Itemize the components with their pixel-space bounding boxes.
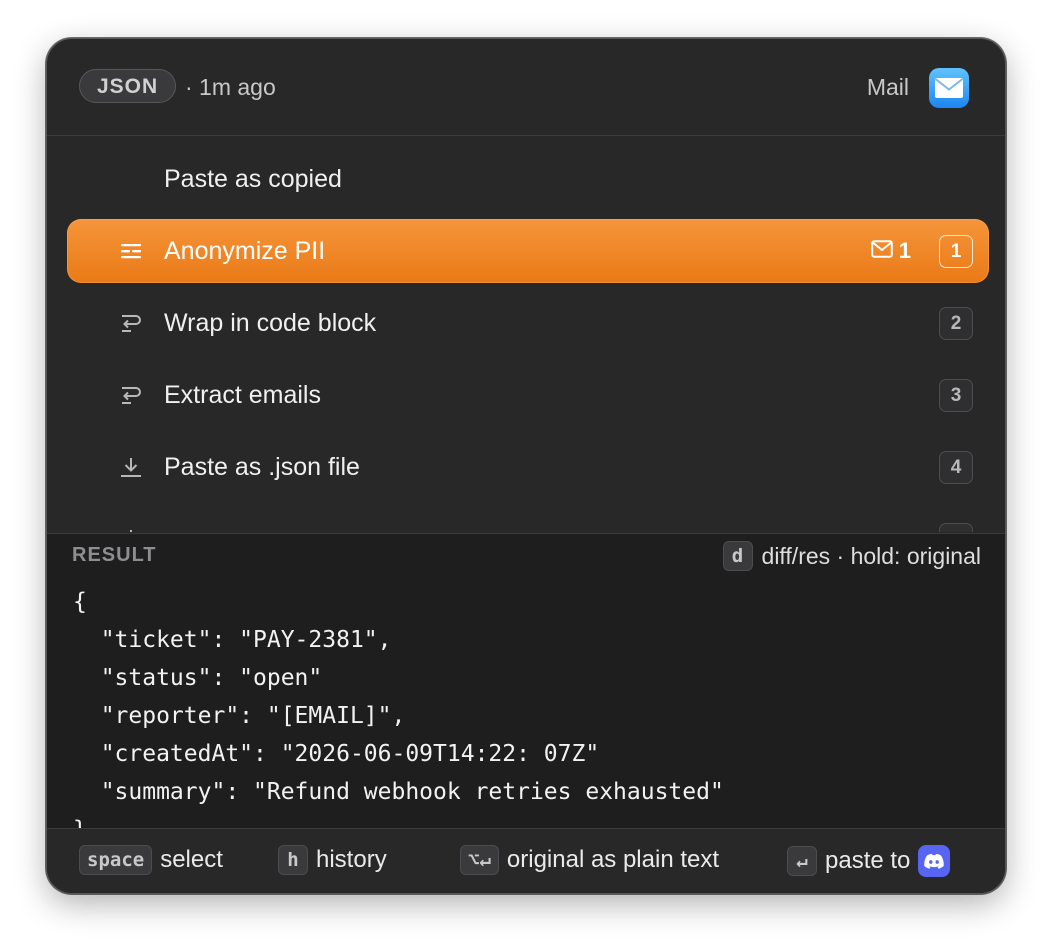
action-list: Paste as copied Anonymize PII 1 1 Wrap i… — [47, 136, 1005, 532]
code-line: { — [73, 589, 87, 615]
shortcut-badge: 3 — [939, 379, 973, 412]
action-label: Anonymize PII — [164, 237, 326, 265]
diff-hint-label: diff/res · hold: original — [761, 542, 981, 569]
return-key: ↵ — [787, 846, 817, 876]
action-paste-as-copied[interactable]: Paste as copied — [67, 147, 989, 211]
action-paste-as-json-file[interactable]: Paste as .json file 4 — [67, 435, 989, 499]
panel-header: JSON · 1m ago Mail — [47, 39, 1005, 136]
envelope-icon — [870, 238, 893, 264]
source-app-name: Mail — [866, 74, 909, 100]
hint-select[interactable]: space select — [79, 845, 223, 875]
action-anonymize-pii[interactable]: Anonymize PII 1 1 — [67, 219, 989, 283]
space-key: space — [79, 845, 153, 875]
hint-history[interactable]: h history — [278, 845, 387, 875]
hint-paste-to[interactable]: ↵ paste to — [787, 845, 951, 877]
diff-key: d — [722, 541, 753, 571]
action-label: Extract emails — [164, 381, 321, 409]
h-key: h — [278, 845, 308, 875]
copied-time: · 1m ago — [185, 74, 276, 100]
shortcut-badge: 2 — [939, 307, 973, 340]
hint-original-plain-text[interactable]: ⌥↵ original as plain text — [460, 845, 719, 875]
action-wrap-in-code-block[interactable]: Wrap in code block 2 — [67, 291, 989, 355]
download-icon — [119, 528, 143, 532]
hint-label: original as plain text — [506, 846, 720, 873]
action-label: Paste as copied — [164, 165, 342, 193]
result-code: { "ticket": "PAY-2381", "status": "open"… — [73, 583, 724, 830]
action-next-partial[interactable] — [67, 507, 989, 532]
hint-label: history — [316, 846, 387, 873]
code-line: "createdAt": "2026-06-09T14:22: 07Z" — [73, 741, 600, 767]
action-label: Wrap in code block — [164, 309, 377, 337]
shortcut-badge: 1 — [939, 235, 973, 268]
detected-count-value: 1 — [898, 238, 911, 263]
action-label: Paste as .json file — [164, 453, 360, 481]
code-line: "reporter": "[EMAIL]", — [73, 703, 406, 729]
option-return-key: ⌥↵ — [460, 845, 499, 875]
code-line: "ticket": "PAY-2381", — [73, 627, 392, 653]
mail-app-icon — [929, 68, 969, 108]
transform-icon — [119, 312, 143, 334]
code-line: "status": "open" — [73, 665, 323, 691]
code-line: "summary": "Refund webhook retries exhau… — [73, 779, 724, 805]
action-extract-emails[interactable]: Extract emails 3 — [67, 363, 989, 427]
discord-icon — [918, 845, 951, 877]
result-title: RESULT — [72, 544, 157, 566]
content-type-badge: JSON — [79, 69, 177, 103]
clipboard-action-panel: JSON · 1m ago Mail Paste as copied Anony… — [46, 38, 1006, 894]
download-icon — [119, 456, 143, 478]
detected-pii-count: 1 — [870, 236, 911, 266]
shortcut-badge: 4 — [939, 451, 973, 484]
result-preview: RESULT d diff/res · hold: original { "ti… — [47, 533, 1005, 830]
redact-icon — [119, 240, 143, 262]
transform-icon — [119, 384, 143, 406]
shortcut-footer: space select h history ⌥↵ original as pl… — [47, 828, 1005, 893]
hint-label: paste to — [825, 847, 911, 874]
diff-toggle-hint[interactable]: d diff/res · hold: original — [722, 541, 981, 571]
shortcut-badge — [939, 523, 973, 532]
hint-label: select — [160, 846, 223, 873]
